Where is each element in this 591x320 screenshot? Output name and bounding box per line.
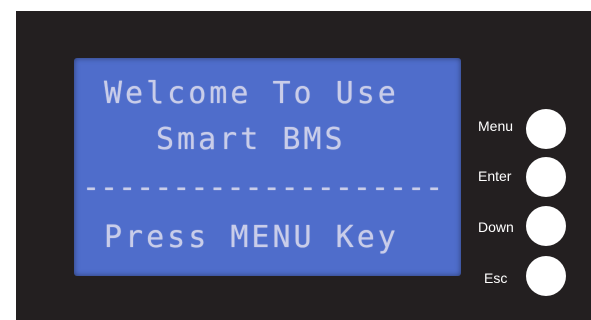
lcd-divider: -------------------- (82, 170, 444, 205)
lcd-line-prompt: Press MENU Key (104, 220, 399, 255)
lcd-line-welcome: Welcome To Use (104, 76, 399, 111)
menu-key-label: Menu (478, 118, 514, 134)
enter-button[interactable] (526, 157, 566, 197)
down-button[interactable] (526, 206, 566, 246)
lcd-display: Welcome To Use Smart BMS ---------------… (74, 58, 461, 276)
lcd-line-product: Smart BMS (156, 122, 346, 157)
enter-key-label: Enter (478, 168, 512, 184)
menu-button[interactable] (526, 109, 566, 149)
esc-key-label: Esc (484, 270, 508, 286)
down-key-label: Down (478, 219, 514, 235)
esc-button[interactable] (526, 256, 566, 296)
